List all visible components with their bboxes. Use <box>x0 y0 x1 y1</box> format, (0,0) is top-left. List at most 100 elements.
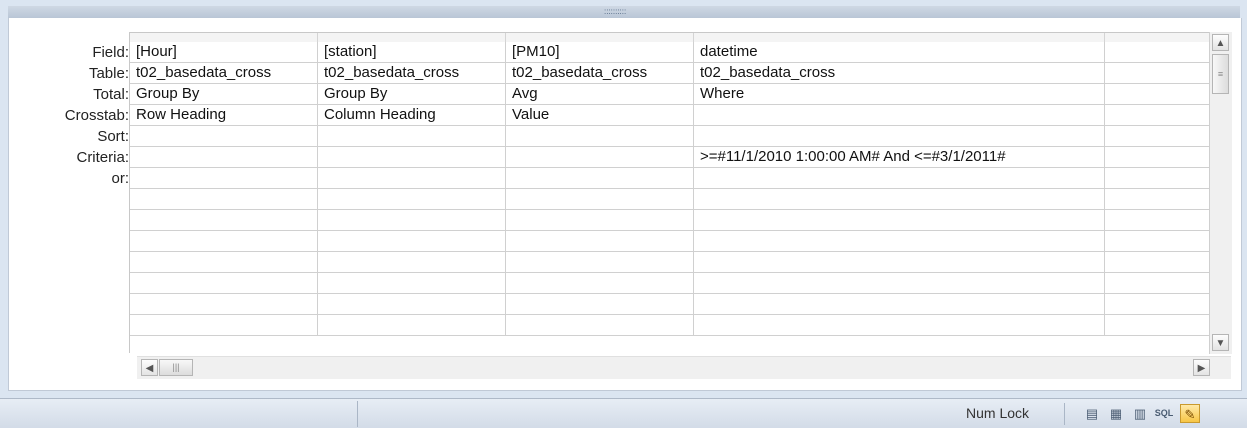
horizontal-scroll-thumb[interactable]: ||| <box>159 359 193 376</box>
empty-cell[interactable] <box>1105 210 1210 231</box>
row-label-or: or: <box>111 170 129 187</box>
total-cell[interactable]: Group By <box>318 84 506 105</box>
empty-cell[interactable] <box>694 273 1105 294</box>
total-cell[interactable]: Where <box>694 84 1105 105</box>
sort-cell[interactable] <box>1105 126 1210 147</box>
total-cell[interactable]: Group By <box>130 84 318 105</box>
empty-cell[interactable] <box>506 315 694 336</box>
column-selector[interactable] <box>130 33 318 42</box>
crosstab-cell[interactable]: Row Heading <box>130 105 318 126</box>
crosstab-cell[interactable]: Value <box>506 105 694 126</box>
splitter-grip[interactable]: :::::::::: <box>604 8 626 16</box>
row-label-crosstab: Crosstab: <box>64 107 129 124</box>
empty-cell[interactable] <box>506 252 694 273</box>
design-view-icon[interactable]: ✎ <box>1180 404 1200 423</box>
empty-cell[interactable] <box>1105 189 1210 210</box>
criteria-cell[interactable] <box>506 147 694 168</box>
empty-cell[interactable] <box>506 273 694 294</box>
pivotchart-view-icon[interactable]: ▥ <box>1130 404 1150 423</box>
crosstab-cell[interactable]: Column Heading <box>318 105 506 126</box>
empty-cell[interactable] <box>318 273 506 294</box>
or-cell[interactable] <box>506 168 694 189</box>
column-selector[interactable] <box>1105 33 1210 42</box>
or-cell[interactable] <box>318 168 506 189</box>
empty-cell[interactable] <box>506 294 694 315</box>
empty-cell[interactable] <box>506 210 694 231</box>
empty-cell[interactable] <box>318 294 506 315</box>
empty-cell[interactable] <box>694 189 1105 210</box>
table-cell[interactable]: t02_basedata_cross <box>694 63 1105 84</box>
empty-cell[interactable] <box>506 231 694 252</box>
table-cell[interactable] <box>1105 63 1210 84</box>
empty-cell[interactable] <box>130 210 318 231</box>
vertical-scrollbar[interactable]: ▲ ≡ ▼ <box>1209 32 1232 354</box>
empty-cell[interactable] <box>694 294 1105 315</box>
scroll-left-icon[interactable]: ◀ <box>141 359 158 376</box>
grid-row-total: Group By Group By Avg Where <box>130 84 1210 105</box>
crosstab-cell[interactable] <box>694 105 1105 126</box>
empty-cell[interactable] <box>694 315 1105 336</box>
grid-row-empty <box>130 189 1210 210</box>
scroll-down-icon[interactable]: ▼ <box>1212 334 1229 351</box>
empty-cell[interactable] <box>318 189 506 210</box>
sort-cell[interactable] <box>318 126 506 147</box>
column-selector-row <box>130 33 1210 42</box>
table-cell[interactable]: t02_basedata_cross <box>130 63 318 84</box>
empty-cell[interactable] <box>130 315 318 336</box>
field-cell[interactable]: [station] <box>318 42 506 63</box>
grid-row-empty <box>130 252 1210 273</box>
sort-cell[interactable] <box>130 126 318 147</box>
empty-cell[interactable] <box>506 189 694 210</box>
field-cell[interactable]: [PM10] <box>506 42 694 63</box>
field-cell[interactable]: [Hour] <box>130 42 318 63</box>
column-selector[interactable] <box>694 33 1105 42</box>
grid-row-or <box>130 168 1210 189</box>
criteria-cell[interactable] <box>318 147 506 168</box>
sql-view-icon[interactable]: SQL <box>1154 404 1174 423</box>
empty-cell[interactable] <box>1105 252 1210 273</box>
empty-cell[interactable] <box>318 231 506 252</box>
field-cell[interactable] <box>1105 42 1210 63</box>
empty-cell[interactable] <box>1105 315 1210 336</box>
scroll-up-icon[interactable]: ▲ <box>1212 34 1229 51</box>
grid-row-criteria: >=#11/1/2010 1:00:00 AM# And <=#3/1/2011… <box>130 147 1210 168</box>
empty-cell[interactable] <box>130 189 318 210</box>
criteria-cell[interactable] <box>1105 147 1210 168</box>
column-selector[interactable] <box>318 33 506 42</box>
sort-cell[interactable] <box>506 126 694 147</box>
criteria-cell[interactable]: >=#11/1/2010 1:00:00 AM# And <=#3/1/2011… <box>694 147 1105 168</box>
sort-cell[interactable] <box>694 126 1105 147</box>
total-cell[interactable] <box>1105 84 1210 105</box>
grid-row-sort <box>130 126 1210 147</box>
empty-cell[interactable] <box>1105 294 1210 315</box>
pivottable-view-icon[interactable]: ▦ <box>1106 404 1126 423</box>
empty-cell[interactable] <box>694 210 1105 231</box>
vertical-scroll-thumb[interactable]: ≡ <box>1212 54 1229 94</box>
empty-cell[interactable] <box>130 252 318 273</box>
table-cell[interactable]: t02_basedata_cross <box>318 63 506 84</box>
or-cell[interactable] <box>1105 168 1210 189</box>
or-cell[interactable] <box>130 168 318 189</box>
status-divider <box>1064 403 1065 425</box>
datasheet-view-icon[interactable]: ▤ <box>1082 404 1102 423</box>
empty-cell[interactable] <box>694 231 1105 252</box>
empty-cell[interactable] <box>1105 231 1210 252</box>
empty-cell[interactable] <box>318 315 506 336</box>
field-cell[interactable]: datetime <box>694 42 1105 63</box>
scroll-right-icon[interactable]: ▶ <box>1193 359 1210 376</box>
empty-cell[interactable] <box>130 231 318 252</box>
or-cell[interactable] <box>694 168 1105 189</box>
empty-cell[interactable] <box>130 294 318 315</box>
empty-cell[interactable] <box>1105 273 1210 294</box>
table-cell[interactable]: t02_basedata_cross <box>506 63 694 84</box>
empty-cell[interactable] <box>694 252 1105 273</box>
horizontal-scrollbar[interactable]: ◀ ||| ▶ <box>137 356 1231 379</box>
empty-cell[interactable] <box>130 273 318 294</box>
row-label-field: Field: <box>92 44 129 61</box>
criteria-cell[interactable] <box>130 147 318 168</box>
empty-cell[interactable] <box>318 252 506 273</box>
total-cell[interactable]: Avg <box>506 84 694 105</box>
crosstab-cell[interactable] <box>1105 105 1210 126</box>
column-selector[interactable] <box>506 33 694 42</box>
empty-cell[interactable] <box>318 210 506 231</box>
